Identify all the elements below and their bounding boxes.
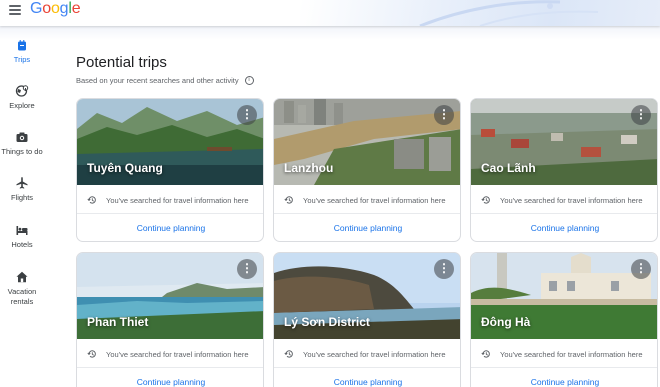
history-icon	[481, 196, 490, 204]
page-title: Potential trips	[76, 54, 167, 71]
nav-label-flights: Flights	[10, 193, 34, 202]
top-app-bar: Google	[0, 0, 660, 26]
google-logo[interactable]: Google	[30, 0, 81, 19]
trip-card[interactable]: Lanzhou ⋮ You've searched for travel inf…	[273, 98, 461, 242]
history-text: You've searched for travel information h…	[106, 349, 249, 359]
card-divider	[77, 367, 263, 368]
nav-label-trips: Trips	[13, 55, 31, 64]
header-fade	[0, 26, 660, 40]
trip-city-name: Tuyên Quang	[87, 161, 163, 175]
history-icon	[284, 350, 293, 358]
trip-city-name: Phan Thiet	[87, 315, 149, 329]
more-options-icon[interactable]: ⋮	[434, 259, 454, 279]
history-text: You've searched for travel information h…	[303, 195, 446, 205]
continue-planning-button[interactable]: Continue planning	[77, 377, 263, 387]
house-icon	[16, 271, 28, 283]
history-text: You've searched for travel information h…	[500, 195, 643, 205]
subtitle-text: Based on your recent searches and other …	[76, 76, 239, 85]
more-options-icon[interactable]: ⋮	[434, 105, 454, 125]
trip-card[interactable]: Cao Lãnh ⋮ You've searched for travel in…	[470, 98, 658, 242]
card-divider	[471, 367, 657, 368]
trip-card[interactable]: Đông Hà ⋮ You've searched for travel inf…	[470, 252, 658, 387]
continue-planning-button[interactable]: Continue planning	[471, 223, 657, 233]
trip-card[interactable]: Lý Sơn District ⋮ You've searched for tr…	[273, 252, 461, 387]
main-content: Potential trips Based on your recent sea…	[76, 53, 254, 85]
nav-label-things-to-do: Things to do	[1, 147, 43, 156]
history-text: You've searched for travel information h…	[106, 195, 249, 205]
search-history-note: You've searched for travel information h…	[87, 195, 249, 205]
nav-label-vacation-rentals: Vacation rentals	[7, 287, 37, 306]
history-icon	[284, 196, 293, 204]
search-history-note: You've searched for travel information h…	[481, 195, 643, 205]
camera-icon	[16, 132, 28, 142]
nav-item-explore[interactable]: Explore	[0, 84, 44, 111]
continue-planning-button[interactable]: Continue planning	[274, 377, 460, 387]
trip-city-name: Cao Lãnh	[481, 161, 536, 175]
continue-planning-button[interactable]: Continue planning	[471, 377, 657, 387]
info-icon[interactable]: i	[244, 76, 254, 85]
card-divider	[274, 367, 460, 368]
search-history-note: You've searched for travel information h…	[284, 349, 446, 359]
search-history-note: You've searched for travel information h…	[87, 349, 249, 359]
continue-planning-button[interactable]: Continue planning	[77, 223, 263, 233]
trip-city-name: Lý Sơn District	[284, 315, 370, 329]
nav-item-hotels[interactable]: Hotels	[0, 223, 44, 250]
airplane-icon	[16, 177, 28, 189]
trip-city-name: Lanzhou	[284, 161, 334, 175]
search-history-note: You've searched for travel information h…	[284, 195, 446, 205]
more-options-icon[interactable]: ⋮	[631, 259, 651, 279]
main-menu-icon[interactable]	[9, 5, 21, 15]
history-text: You've searched for travel information h…	[500, 349, 643, 359]
trip-city-name: Đông Hà	[481, 315, 531, 329]
card-divider	[77, 213, 263, 214]
page-subtitle: Based on your recent searches and other …	[76, 76, 254, 85]
nav-label-explore: Explore	[9, 101, 35, 110]
bed-icon	[16, 226, 28, 235]
header-illustration	[300, 0, 660, 26]
history-icon	[87, 350, 96, 358]
nav-item-flights[interactable]: Flights	[0, 176, 44, 203]
nav-item-vacation-rentals[interactable]: Vacation rentals	[0, 270, 44, 307]
nav-label-hotels: Hotels	[11, 240, 33, 249]
more-options-icon[interactable]: ⋮	[237, 259, 257, 279]
history-text: You've searched for travel information h…	[303, 349, 446, 359]
more-options-icon[interactable]: ⋮	[631, 105, 651, 125]
nav-item-trips[interactable]: Trips	[0, 38, 44, 65]
card-divider	[274, 213, 460, 214]
search-history-note: You've searched for travel information h…	[481, 349, 643, 359]
history-icon	[481, 350, 490, 358]
card-divider	[471, 213, 657, 214]
suitcase-icon	[18, 39, 26, 51]
trip-card[interactable]: Phan Thiet ⋮ You've searched for travel …	[76, 252, 264, 387]
continue-planning-button[interactable]: Continue planning	[274, 223, 460, 233]
explore-globe-icon	[15, 85, 29, 97]
history-icon	[87, 196, 96, 204]
trip-card[interactable]: Tuyên Quang ⋮ You've searched for travel…	[76, 98, 264, 242]
nav-item-things-to-do[interactable]: Things to do	[0, 130, 44, 157]
more-options-icon[interactable]: ⋮	[237, 105, 257, 125]
